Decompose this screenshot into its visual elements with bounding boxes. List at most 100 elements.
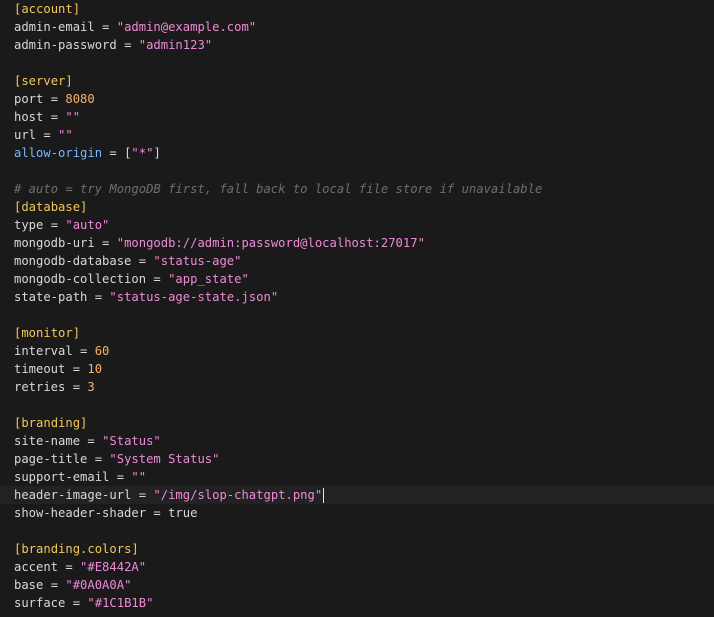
config-value: "": [65, 110, 81, 124]
section-name: branding: [21, 416, 81, 430]
key-value-line[interactable]: mongodb-database = "status-age": [14, 252, 241, 270]
config-key: port: [14, 92, 44, 106]
config-value: 8080: [65, 92, 95, 106]
config-key: page-title: [14, 452, 88, 466]
config-key: retries: [14, 380, 66, 394]
key-value-line[interactable]: base = "#0A0A0A": [14, 576, 131, 594]
equals-sign: =: [116, 38, 139, 52]
config-key: admin-email: [14, 20, 95, 34]
section-name: server: [21, 74, 66, 88]
key-value-line[interactable]: type = "auto": [14, 216, 109, 234]
config-value: "auto": [65, 218, 110, 232]
key-value-line[interactable]: state-path = "status-age-state.json": [14, 288, 278, 306]
equals-sign: =: [80, 434, 103, 448]
equals-sign: =: [43, 92, 66, 106]
config-key: accent: [14, 560, 59, 574]
config-key: site-name: [14, 434, 81, 448]
key-value-line[interactable]: page-title = "System Status": [14, 450, 219, 468]
config-key: support-email: [14, 470, 110, 484]
section-header-line[interactable]: [branding]: [14, 414, 87, 432]
key-value-line[interactable]: allow-origin = ["*"]: [14, 144, 161, 162]
config-value: "/img/slop-chatgpt.png": [153, 488, 323, 502]
key-value-line[interactable]: host = "": [14, 108, 80, 126]
section-header-line[interactable]: [database]: [14, 198, 87, 216]
config-value: "#0A0A0A": [65, 578, 132, 592]
config-value: "#E8442A": [80, 560, 147, 574]
key-value-line[interactable]: admin-password = "admin123": [14, 36, 212, 54]
section-name: monitor: [21, 326, 73, 340]
key-value-line[interactable]: accent = "#E8442A": [14, 558, 146, 576]
key-value-line[interactable]: retries = 3: [14, 378, 95, 396]
comment-line[interactable]: # auto = try MongoDB first, fall back to…: [14, 180, 542, 198]
config-key: allow-origin: [14, 146, 103, 160]
section-header-line[interactable]: [branding.colors]: [14, 540, 139, 558]
equals-sign: =: [131, 254, 154, 268]
key-value-line[interactable]: port = 8080: [14, 90, 95, 108]
config-key: admin-password: [14, 38, 117, 52]
key-value-line[interactable]: timeout = 10: [14, 360, 102, 378]
config-key: mongodb-uri: [14, 236, 95, 250]
equals-sign: =: [43, 218, 66, 232]
config-key: show-header-shader: [14, 506, 147, 520]
equals-sign: =: [87, 290, 110, 304]
config-key: surface: [14, 596, 66, 610]
config-key: mongodb-database: [14, 254, 132, 268]
close-bracket: ]: [131, 542, 139, 556]
array-close: ]: [153, 146, 161, 160]
close-bracket: ]: [72, 326, 81, 340]
section-header-line[interactable]: [account]: [14, 0, 80, 18]
section-header-line[interactable]: [server]: [14, 72, 73, 90]
config-value: "mongodb://admin:password@localhost:2701…: [116, 236, 425, 250]
array-item: "*": [131, 146, 154, 160]
equals-sign: =: [36, 128, 59, 142]
close-bracket: ]: [65, 74, 73, 88]
config-key: interval: [14, 344, 73, 358]
key-value-line[interactable]: interval = 60: [14, 342, 109, 360]
config-value: "status-age": [153, 254, 242, 268]
config-key: base: [14, 578, 44, 592]
equals-sign: =: [94, 20, 117, 34]
key-value-line[interactable]: admin-email = "admin@example.com": [14, 18, 256, 36]
config-value: "": [58, 128, 73, 142]
config-value: true: [168, 506, 198, 520]
close-bracket: ]: [80, 416, 88, 430]
close-bracket: ]: [72, 2, 81, 16]
config-value: "System Status": [109, 452, 220, 466]
equals-sign: =: [146, 272, 169, 286]
key-value-line[interactable]: site-name = "Status": [14, 432, 161, 450]
config-value: 60: [94, 344, 110, 358]
code-editor[interactable]: [account] admin-email = "admin@example.co…: [0, 0, 714, 617]
config-key: host: [14, 110, 44, 124]
config-value: "admin123": [138, 38, 213, 52]
equals-sign: =: [146, 506, 169, 520]
equals-sign: =: [102, 146, 125, 160]
text-cursor: [323, 488, 325, 503]
close-bracket: ]: [80, 200, 88, 214]
key-value-line[interactable]: support-email = "": [14, 468, 146, 486]
equals-sign: =: [109, 470, 132, 484]
key-value-line[interactable]: header-image-url = "/img/slop-chatgpt.pn…: [0, 486, 714, 504]
key-value-line[interactable]: url = "": [14, 126, 73, 144]
config-value: "admin@example.com": [116, 20, 257, 34]
equals-sign: =: [72, 344, 95, 358]
key-value-line[interactable]: surface = "#1C1B1B": [14, 594, 153, 612]
config-key: state-path: [14, 290, 88, 304]
section-name: account: [21, 2, 73, 16]
config-value: "#1C1B1B": [87, 596, 154, 610]
equals-sign: =: [131, 488, 154, 502]
equals-sign: =: [87, 452, 110, 466]
section-name: branding.colors: [21, 542, 132, 556]
equals-sign: =: [94, 236, 117, 250]
config-value: "": [131, 470, 147, 484]
key-value-line[interactable]: mongodb-uri = "mongodb://admin:password@…: [14, 234, 425, 252]
config-value: "app_state": [168, 272, 249, 286]
config-key: header-image-url: [14, 488, 132, 502]
key-value-line[interactable]: show-header-shader = true: [14, 504, 197, 522]
config-value: "Status": [102, 434, 161, 448]
config-value: 10: [87, 362, 103, 376]
config-key: timeout: [14, 362, 66, 376]
key-value-line[interactable]: mongodb-collection = "app_state": [14, 270, 249, 288]
config-key: type: [14, 218, 44, 232]
section-header-line[interactable]: [monitor]: [14, 324, 80, 342]
config-key: url: [14, 128, 37, 142]
